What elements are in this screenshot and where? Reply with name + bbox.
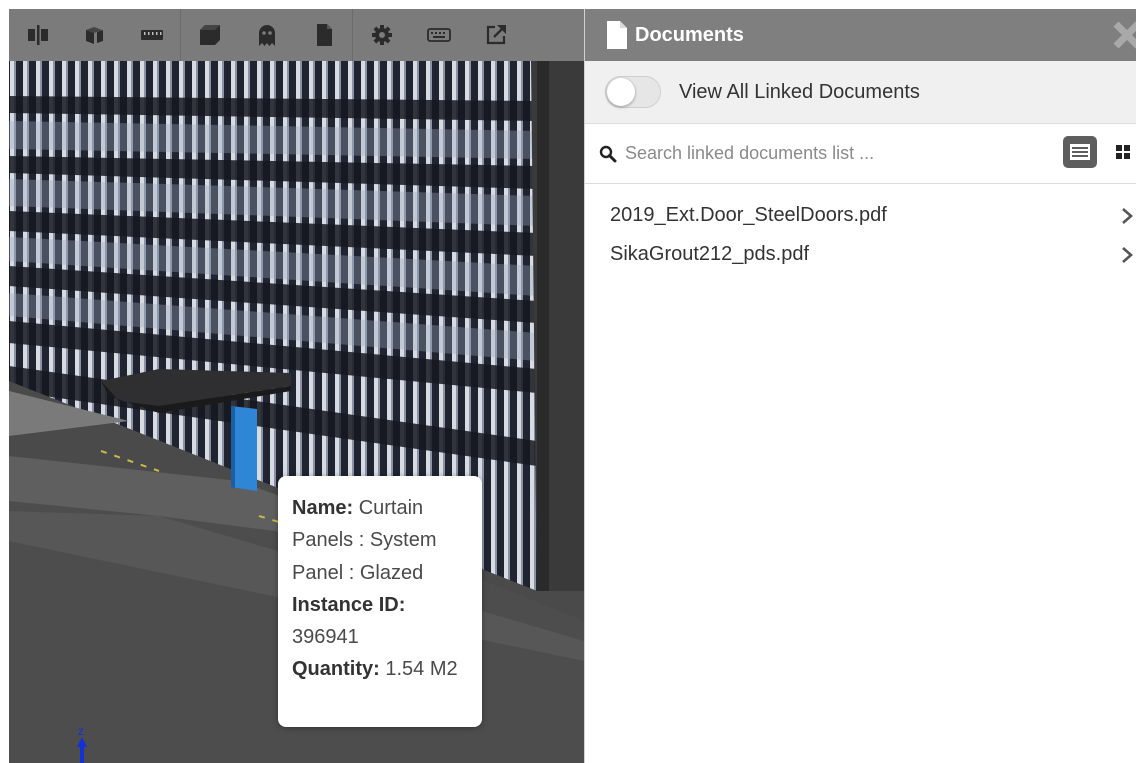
keyboard-icon <box>426 28 451 42</box>
view-all-toggle-label: View All Linked Documents <box>679 80 920 103</box>
panel-header: Documents <box>585 9 1136 61</box>
ghost-icon <box>258 25 275 46</box>
keyboard-shortcuts-button[interactable] <box>410 9 467 61</box>
axis-z-label: z <box>78 724 84 738</box>
search-input[interactable] <box>625 143 1025 164</box>
document-list: 2019_Ext.Door_SteelDoors.pdf SikaGrout21… <box>585 184 1136 274</box>
toolbar-group-display <box>181 9 353 61</box>
solid-box-icon <box>199 25 220 45</box>
cube-view-icon <box>85 27 103 44</box>
list-view-icon <box>1070 144 1090 160</box>
measure-button[interactable] <box>123 9 180 61</box>
element-tooltip: Name: Curtain Panels : System Panel : Gl… <box>278 476 482 727</box>
view-all-toggle[interactable] <box>605 76 661 108</box>
list-item[interactable]: 2019_Ext.Door_SteelDoors.pdf <box>585 196 1136 235</box>
grid-view-icon <box>1116 145 1130 159</box>
external-link-icon <box>486 25 506 45</box>
chevron-right-icon <box>1122 247 1133 263</box>
grid-view-button[interactable] <box>1109 138 1136 166</box>
search-bar <box>585 124 1136 184</box>
ghost-mode-button[interactable] <box>238 9 295 61</box>
panel-title: Documents <box>635 23 744 46</box>
document-icon <box>316 24 332 46</box>
section-plane-button[interactable] <box>9 9 66 61</box>
model-viewer[interactable]: z Name: Curtain Panels : System Panel : … <box>9 9 584 763</box>
tooltip-quantity-label: Quantity: <box>292 658 380 681</box>
documents-button[interactable] <box>295 9 352 61</box>
close-icon[interactable] <box>1112 20 1136 50</box>
viewer-toolbar <box>9 9 584 61</box>
settings-button[interactable] <box>353 9 410 61</box>
documents-panel: Documents View All Linked Documents Sear… <box>584 9 1136 763</box>
toolbar-group-view <box>9 9 181 61</box>
open-external-button[interactable] <box>467 9 524 61</box>
cube-view-button[interactable] <box>66 9 123 61</box>
gear-icon <box>371 25 392 45</box>
view-all-toggle-row: View All Linked Documents <box>585 61 1136 124</box>
tooltip-instance-label: Instance ID: <box>292 593 406 616</box>
toolbar-group-settings <box>353 9 524 61</box>
toggle-knob <box>607 78 635 106</box>
search-icon <box>599 145 617 162</box>
tooltip-instance-value: 396941 <box>292 626 359 649</box>
solid-mode-button[interactable] <box>181 9 238 61</box>
document-icon <box>607 21 627 49</box>
document-name: SikaGrout212_pds.pdf <box>610 243 810 265</box>
tooltip-quantity-value: 1.54 M2 <box>385 658 458 681</box>
measure-ruler-icon <box>140 30 163 40</box>
document-name: 2019_Ext.Door_SteelDoors.pdf <box>610 204 887 226</box>
section-plane-icon <box>27 25 48 45</box>
tooltip-name-label: Name: <box>292 497 354 519</box>
list-item[interactable]: SikaGrout212_pds.pdf <box>585 235 1136 274</box>
list-view-button[interactable] <box>1063 136 1097 168</box>
chevron-right-icon <box>1122 208 1133 224</box>
